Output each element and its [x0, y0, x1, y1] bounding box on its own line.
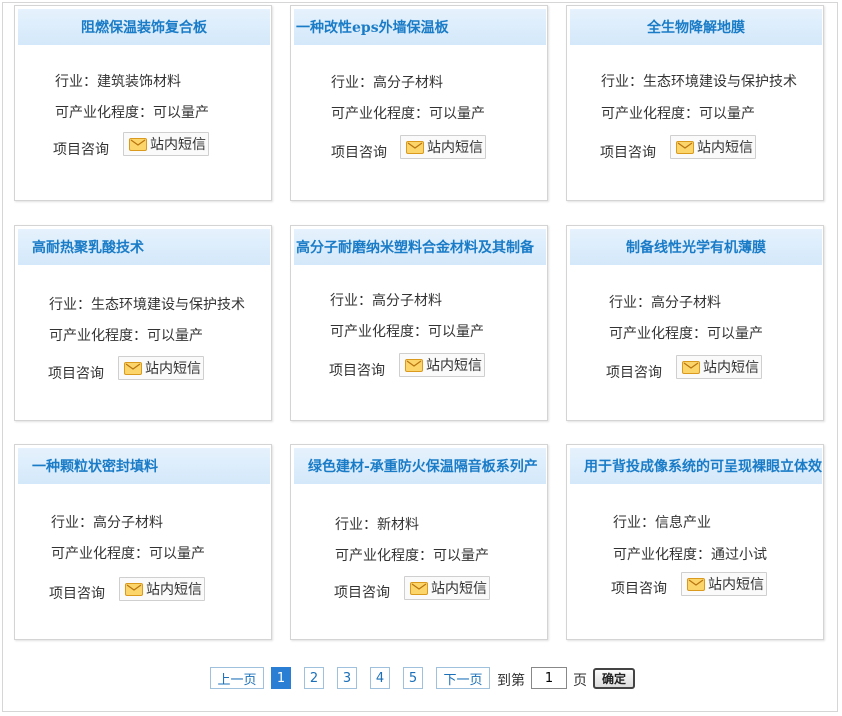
industrialization-row: 可产业化程度：通过小试 [613, 547, 767, 563]
page-2-button[interactable]: 2 [304, 667, 324, 689]
industrialization-value: 可以量产 [707, 326, 763, 342]
consult-label: 项目咨询 [606, 365, 662, 381]
message-button[interactable]: 站内短信 [119, 577, 205, 601]
message-button[interactable]: 站内短信 [676, 355, 762, 379]
industry-row: 行业：高分子材料 [330, 293, 442, 309]
industrialization-value: 可以量产 [149, 546, 205, 562]
envelope-icon [129, 137, 147, 151]
project-title-link[interactable]: 制备线性光学有机薄膜 [570, 229, 822, 265]
consult-label: 项目咨询 [611, 581, 667, 597]
consult-label: 项目咨询 [334, 585, 390, 601]
industrialization-row: 可产业化程度：可以量产 [331, 106, 485, 122]
consult-label: 项目咨询 [49, 586, 105, 602]
consult-label: 项目咨询 [329, 363, 385, 379]
consult-label: 项目咨询 [600, 145, 656, 161]
industry-value: 生态环境建设与保护技术 [643, 74, 797, 90]
envelope-icon [125, 582, 143, 596]
industry-value: 信息产业 [655, 515, 711, 531]
industry-value: 高分子材料 [373, 75, 443, 91]
page-1-button[interactable]: 1 [271, 667, 291, 689]
message-button[interactable]: 站内短信 [404, 576, 490, 600]
industry-row: 行业：新材料 [335, 517, 419, 533]
industrialization-value: 可以量产 [147, 328, 203, 344]
consult-label: 项目咨询 [331, 145, 387, 161]
industrialization-value: 可以量产 [153, 105, 209, 121]
industry-value: 生态环境建设与保护技术 [91, 297, 245, 313]
industry-value: 高分子材料 [93, 515, 163, 531]
project-title-link[interactable]: 高耐热聚乳酸技术 [18, 229, 270, 265]
envelope-icon [124, 361, 142, 375]
industry-value: 高分子材料 [651, 295, 721, 311]
project-card: 用于背投成像系统的可呈现裸眼立体效 行业：信息产业 可产业化程度：通过小试 项目… [566, 444, 824, 640]
project-card: 一种颗粒状密封填料 行业：高分子材料 可产业化程度：可以量产 项目咨询 站内短信 [14, 444, 272, 640]
message-button[interactable]: 站内短信 [399, 353, 485, 377]
industry-row: 行业：生态环境建设与保护技术 [49, 297, 245, 313]
project-title-link[interactable]: 绿色建材-承重防火保温隔音板系列产 [294, 448, 546, 484]
industrialization-value: 可以量产 [699, 106, 755, 122]
industrialization-row: 可产业化程度：可以量产 [51, 546, 205, 562]
project-title-link[interactable]: 全生物降解地膜 [570, 9, 822, 45]
industry-row: 行业：高分子材料 [51, 515, 163, 531]
prev-page-button[interactable]: 上一页 [210, 667, 264, 689]
industry-value: 新材料 [377, 517, 419, 533]
industry-row: 行业：高分子材料 [609, 295, 721, 311]
industrialization-row: 可产业化程度：可以量产 [601, 106, 755, 122]
project-card: 绿色建材-承重防火保温隔音板系列产 行业：新材料 可产业化程度：可以量产 项目咨… [290, 444, 548, 640]
industrialization-row: 可产业化程度：可以量产 [330, 324, 484, 340]
message-button[interactable]: 站内短信 [123, 132, 209, 156]
project-title-link[interactable]: 一种改性eps外墙保温板 [294, 9, 546, 45]
envelope-icon [676, 140, 694, 154]
goto-page-input[interactable] [531, 667, 567, 689]
page-3-button[interactable]: 3 [337, 667, 357, 689]
next-page-button[interactable]: 下一页 [436, 667, 490, 689]
project-card: 一种改性eps外墙保温板 行业：高分子材料 可产业化程度：可以量产 项目咨询 站… [290, 5, 548, 201]
envelope-icon [682, 360, 700, 374]
project-card: 阻燃保温装饰复合板 行业：建筑装饰材料 可产业化程度：可以量产 项目咨询 站内短… [14, 5, 272, 201]
industrialization-value: 可以量产 [429, 106, 485, 122]
project-card: 高耐热聚乳酸技术 行业：生态环境建设与保护技术 可产业化程度：可以量产 项目咨询… [14, 225, 272, 421]
message-button[interactable]: 站内短信 [681, 572, 767, 596]
consult-label: 项目咨询 [48, 366, 104, 382]
industry-row: 行业：生态环境建设与保护技术 [601, 74, 797, 90]
project-title-link[interactable]: 一种颗粒状密封填料 [18, 448, 270, 484]
goto-prefix-label: 到第 [497, 673, 525, 689]
project-card: 制备线性光学有机薄膜 行业：高分子材料 可产业化程度：可以量产 项目咨询 站内短… [566, 225, 824, 421]
project-title-link[interactable]: 高分子耐磨纳米塑料合金材料及其制备 [294, 229, 546, 265]
envelope-icon [405, 358, 423, 372]
confirm-button[interactable]: 确定 [593, 668, 635, 689]
industrialization-row: 可产业化程度：可以量产 [609, 326, 763, 342]
industrialization-value: 可以量产 [428, 324, 484, 340]
project-card: 高分子耐磨纳米塑料合金材料及其制备 行业：高分子材料 可产业化程度：可以量产 项… [290, 225, 548, 421]
pagination: 上一页 1 2 3 4 5 下一页 到第 页 确定 [0, 667, 842, 691]
industrialization-row: 可产业化程度：可以量产 [55, 105, 209, 121]
envelope-icon [687, 577, 705, 591]
industry-row: 行业：信息产业 [613, 515, 711, 531]
consult-label: 项目咨询 [53, 142, 109, 158]
message-button[interactable]: 站内短信 [400, 135, 486, 159]
industry-value: 建筑装饰材料 [97, 74, 181, 90]
project-title-link[interactable]: 用于背投成像系统的可呈现裸眼立体效 [570, 448, 822, 484]
page-5-button[interactable]: 5 [403, 667, 423, 689]
goto-suffix-label: 页 [573, 673, 587, 689]
project-card: 全生物降解地膜 行业：生态环境建设与保护技术 可产业化程度：可以量产 项目咨询 … [566, 5, 824, 201]
message-button[interactable]: 站内短信 [670, 135, 756, 159]
industrialization-row: 可产业化程度：可以量产 [49, 328, 203, 344]
envelope-icon [410, 581, 428, 595]
industry-row: 行业：建筑装饰材料 [55, 74, 181, 90]
message-button[interactable]: 站内短信 [118, 356, 204, 380]
industrialization-value: 通过小试 [711, 547, 767, 563]
project-title-link[interactable]: 阻燃保温装饰复合板 [18, 9, 270, 45]
industrialization-value: 可以量产 [433, 548, 489, 564]
envelope-icon [406, 140, 424, 154]
industry-row: 行业：高分子材料 [331, 75, 443, 91]
industry-value: 高分子材料 [372, 293, 442, 309]
page-4-button[interactable]: 4 [370, 667, 390, 689]
industrialization-row: 可产业化程度：可以量产 [335, 548, 489, 564]
